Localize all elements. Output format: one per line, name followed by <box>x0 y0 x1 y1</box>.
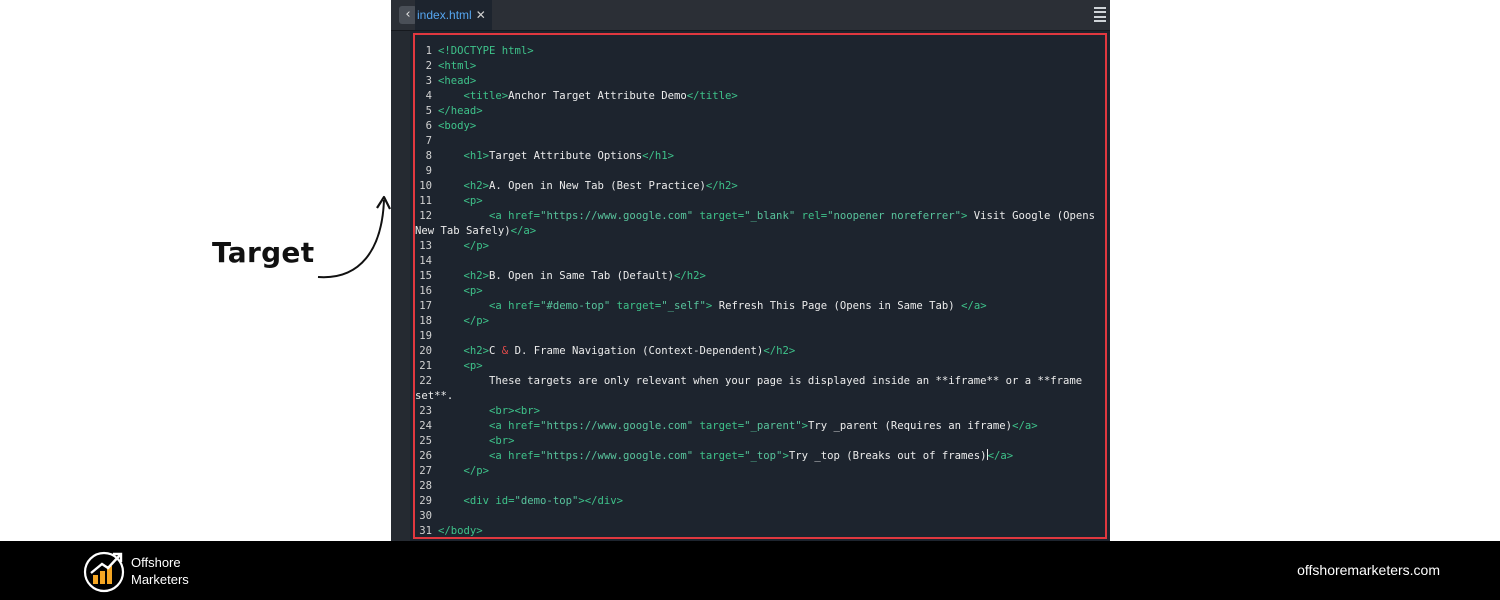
offshore-marketers-logo-icon <box>83 551 125 593</box>
file-tab-label: index.html <box>417 8 472 22</box>
target-annotation-label: Target <box>212 236 315 269</box>
hamburger-menu-icon[interactable] <box>1094 7 1106 22</box>
code-editor-window: ‹ index.html ✕ 1 <!DOCTYPE html> 2 <html> 3 <… <box>391 0 1110 541</box>
brand-name: Offshore Marketers <box>131 554 189 588</box>
brand-line-1: Offshore <box>131 555 181 570</box>
red-highlight-box <box>413 33 1107 539</box>
website-link[interactable]: offshoremarketers.com <box>1297 562 1440 578</box>
close-icon[interactable]: ✕ <box>476 8 486 22</box>
brand-line-2: Marketers <box>131 572 189 587</box>
file-tab-index-html[interactable]: index.html ✕ <box>415 0 492 30</box>
footer-bar: Offshore Marketers offshoremarketers.com <box>0 541 1500 600</box>
editor-tab-bar: ‹ index.html ✕ <box>391 0 1110 31</box>
curved-arrow-icon <box>317 195 391 279</box>
editor-side-gutter <box>391 31 410 541</box>
